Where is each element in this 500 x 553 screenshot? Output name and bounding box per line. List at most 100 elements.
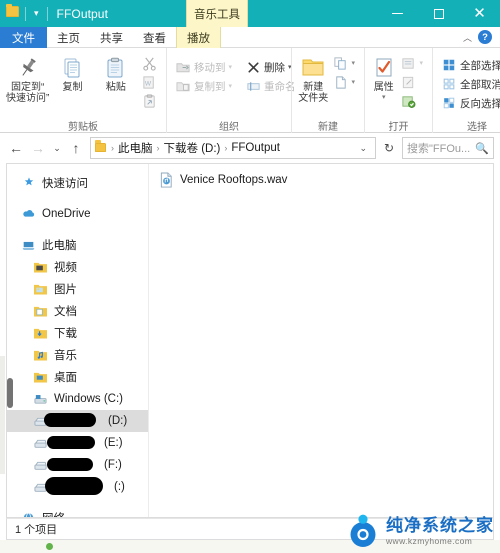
chevron-down-icon-6[interactable]: ▾ bbox=[382, 93, 386, 101]
sidebar-item-drive-d-label: (D:) bbox=[108, 415, 128, 427]
sidebar-item-drive-e-label: (E:) bbox=[104, 437, 123, 449]
properties-icon bbox=[372, 54, 396, 80]
clipboard-small-buttons: W bbox=[139, 52, 160, 110]
chevron-down-icon[interactable]: ▾ bbox=[31, 9, 42, 18]
chevron-up-icon[interactable]: ︿ bbox=[463, 31, 472, 44]
watermark-title: 纯净系统之家 bbox=[386, 515, 494, 535]
copy-path-button[interactable]: W bbox=[139, 73, 160, 91]
breadcrumb-sep-1[interactable]: › bbox=[156, 143, 161, 153]
ribbon-group-organize-label: 组织 bbox=[219, 121, 239, 133]
ribbon-group-select: 全部选择 全部取消 反向选择 选择 bbox=[432, 48, 500, 133]
select-none-button[interactable]: 全部取消 bbox=[439, 75, 500, 93]
sidebar-item-drive-d[interactable]: (D:) bbox=[7, 410, 148, 432]
edit-button[interactable] bbox=[398, 73, 426, 91]
file-list-pane[interactable]: Venice Rooftops.wav bbox=[149, 164, 493, 517]
chevron-down-icon[interactable]: ▾ bbox=[229, 63, 233, 71]
back-button[interactable]: ← bbox=[6, 137, 26, 159]
sidebar-item-onedrive[interactable]: OneDrive bbox=[7, 203, 148, 225]
list-item[interactable]: Venice Rooftops.wav bbox=[159, 172, 287, 188]
copy-to-label: 复制到 bbox=[194, 80, 226, 93]
sidebar-item-drive-e[interactable]: (E:) bbox=[7, 432, 148, 454]
sidebar-item-network[interactable]: 网络 bbox=[7, 507, 148, 517]
address-dropdown-icon[interactable]: ⌄ bbox=[355, 143, 371, 154]
breadcrumb-sep-2[interactable]: › bbox=[223, 143, 228, 153]
breadcrumb[interactable]: › 此电脑 › 下载卷 (D:) › FFOutput ⌄ bbox=[90, 137, 376, 159]
ribbon-group-select-label: 选择 bbox=[467, 121, 487, 133]
search-icon[interactable]: 🔍 bbox=[475, 142, 489, 155]
sidebar-item-pictures[interactable]: 图片 bbox=[7, 278, 148, 300]
properties-button[interactable]: 属性 ▾ bbox=[371, 52, 396, 101]
new-folder-button[interactable]: 新建 文件夹 bbox=[298, 52, 328, 104]
drive-icon-f bbox=[33, 458, 48, 473]
quick-access-toolbar[interactable]: ▾ bbox=[0, 0, 48, 27]
select-all-button[interactable]: 全部选择 bbox=[439, 56, 500, 74]
up-button[interactable]: ↑ bbox=[66, 137, 86, 159]
open-button[interactable]: ▾ bbox=[398, 54, 426, 72]
sidebar-item-documents[interactable]: 文档 bbox=[7, 300, 148, 322]
history-icon bbox=[401, 94, 416, 109]
copy-path-icon: W bbox=[142, 75, 157, 90]
easy-access-button[interactable]: ▾ bbox=[330, 73, 358, 91]
sidebar-item-quick-access-label: 快速访问 bbox=[42, 178, 88, 190]
cut-button[interactable] bbox=[139, 54, 160, 72]
breadcrumb-item-1[interactable]: 下载卷 (D:) bbox=[164, 140, 221, 156]
close-button[interactable]: ✕ bbox=[459, 0, 500, 27]
sidebar-item-downloads[interactable]: 下载 bbox=[7, 322, 148, 344]
new-item-button[interactable]: ▾ bbox=[330, 54, 358, 72]
breadcrumb-item-2[interactable]: FFOutput bbox=[231, 142, 280, 154]
sidebar-item-windows-c[interactable]: Windows (C:) bbox=[7, 388, 148, 410]
sidebar-item-desktop[interactable]: 桌面 bbox=[7, 366, 148, 388]
paste-button[interactable]: 粘贴 bbox=[96, 52, 136, 93]
tab-share[interactable]: 共享 bbox=[90, 27, 133, 48]
redaction-mark-f bbox=[47, 458, 93, 471]
sidebar-item-drive-g[interactable]: (:) bbox=[7, 476, 148, 498]
explorer-window: ▾ FFOutput 音乐工具 ✕ 文件 主页 共享 查看 播放 ︿ ? 固定到… bbox=[0, 0, 500, 553]
watermark-url: www.kzmyhome.com bbox=[386, 535, 473, 546]
folder-icon[interactable] bbox=[6, 3, 20, 21]
minimize-button[interactable] bbox=[377, 0, 418, 27]
search-input[interactable]: 搜索"FFOu... 🔍 bbox=[402, 137, 494, 159]
pin-icon bbox=[16, 54, 40, 80]
history-button[interactable] bbox=[398, 92, 426, 110]
recent-locations-button[interactable]: ⌄ bbox=[50, 137, 64, 159]
sidebar-item-this-pc-label: 此电脑 bbox=[42, 240, 77, 252]
organize-col-1: 移动到 ▾ 复制到 ▾ bbox=[173, 56, 235, 95]
paste-shortcut-button[interactable] bbox=[139, 92, 160, 110]
copy-to-button[interactable]: 复制到 ▾ bbox=[173, 77, 235, 95]
sidebar-item-music[interactable]: 音乐 bbox=[7, 344, 148, 366]
invert-selection-button[interactable]: 反向选择 bbox=[439, 94, 500, 112]
tab-view[interactable]: 查看 bbox=[133, 27, 176, 48]
chevron-down-icon-4[interactable]: ▾ bbox=[351, 59, 355, 67]
chevron-down-icon-2[interactable]: ▾ bbox=[229, 82, 233, 90]
content-area: 快速访问 OneDrive 此电脑 视频 图片 文档 下载 音乐 桌面 Wind… bbox=[6, 163, 494, 518]
pin-to-quick-access-button[interactable]: 固定到“ 快速访问” bbox=[6, 52, 49, 104]
refresh-button[interactable]: ↻ bbox=[378, 137, 400, 159]
qat-divider bbox=[25, 6, 26, 21]
pictures-folder-icon bbox=[33, 282, 48, 297]
ribbon-group-clipboard: 固定到“ 快速访问” 复制 粘贴 W 剪贴板 bbox=[0, 48, 166, 133]
tab-file[interactable]: 文件 bbox=[0, 27, 47, 48]
sidebar-item-this-pc[interactable]: 此电脑 bbox=[7, 234, 148, 256]
navigation-pane[interactable]: 快速访问 OneDrive 此电脑 视频 图片 文档 下载 音乐 桌面 Wind… bbox=[7, 164, 149, 517]
sidebar-item-quick-access[interactable]: 快速访问 bbox=[7, 172, 148, 194]
tab-file-label: 文件 bbox=[12, 32, 35, 45]
move-to-button[interactable]: 移动到 ▾ bbox=[173, 58, 235, 76]
forward-button[interactable]: → bbox=[28, 137, 48, 159]
downloads-folder-icon bbox=[33, 326, 48, 341]
help-icon[interactable]: ? bbox=[478, 30, 492, 44]
ribbon-group-new: 新建 文件夹 ▾ ▾ 新建 bbox=[291, 48, 364, 133]
videos-folder-icon bbox=[33, 260, 48, 275]
maximize-button[interactable] bbox=[418, 0, 459, 27]
breadcrumb-item-0[interactable]: 此电脑 bbox=[118, 140, 153, 156]
tab-home-label: 主页 bbox=[57, 32, 80, 45]
chevron-down-icon-5[interactable]: ▾ bbox=[351, 78, 355, 86]
status-item-count: 1 个项目 bbox=[15, 524, 58, 536]
chevron-down-icon-7[interactable]: ▾ bbox=[419, 59, 423, 67]
copy-button[interactable]: 复制 bbox=[52, 52, 92, 93]
breadcrumb-sep-0[interactable]: › bbox=[110, 143, 115, 153]
tab-play[interactable]: 播放 bbox=[176, 27, 221, 48]
tab-home[interactable]: 主页 bbox=[47, 27, 90, 48]
sidebar-item-drive-f[interactable]: (F:) bbox=[7, 454, 148, 476]
sidebar-item-videos[interactable]: 视频 bbox=[7, 256, 148, 278]
watermark-logo-icon bbox=[346, 514, 380, 548]
